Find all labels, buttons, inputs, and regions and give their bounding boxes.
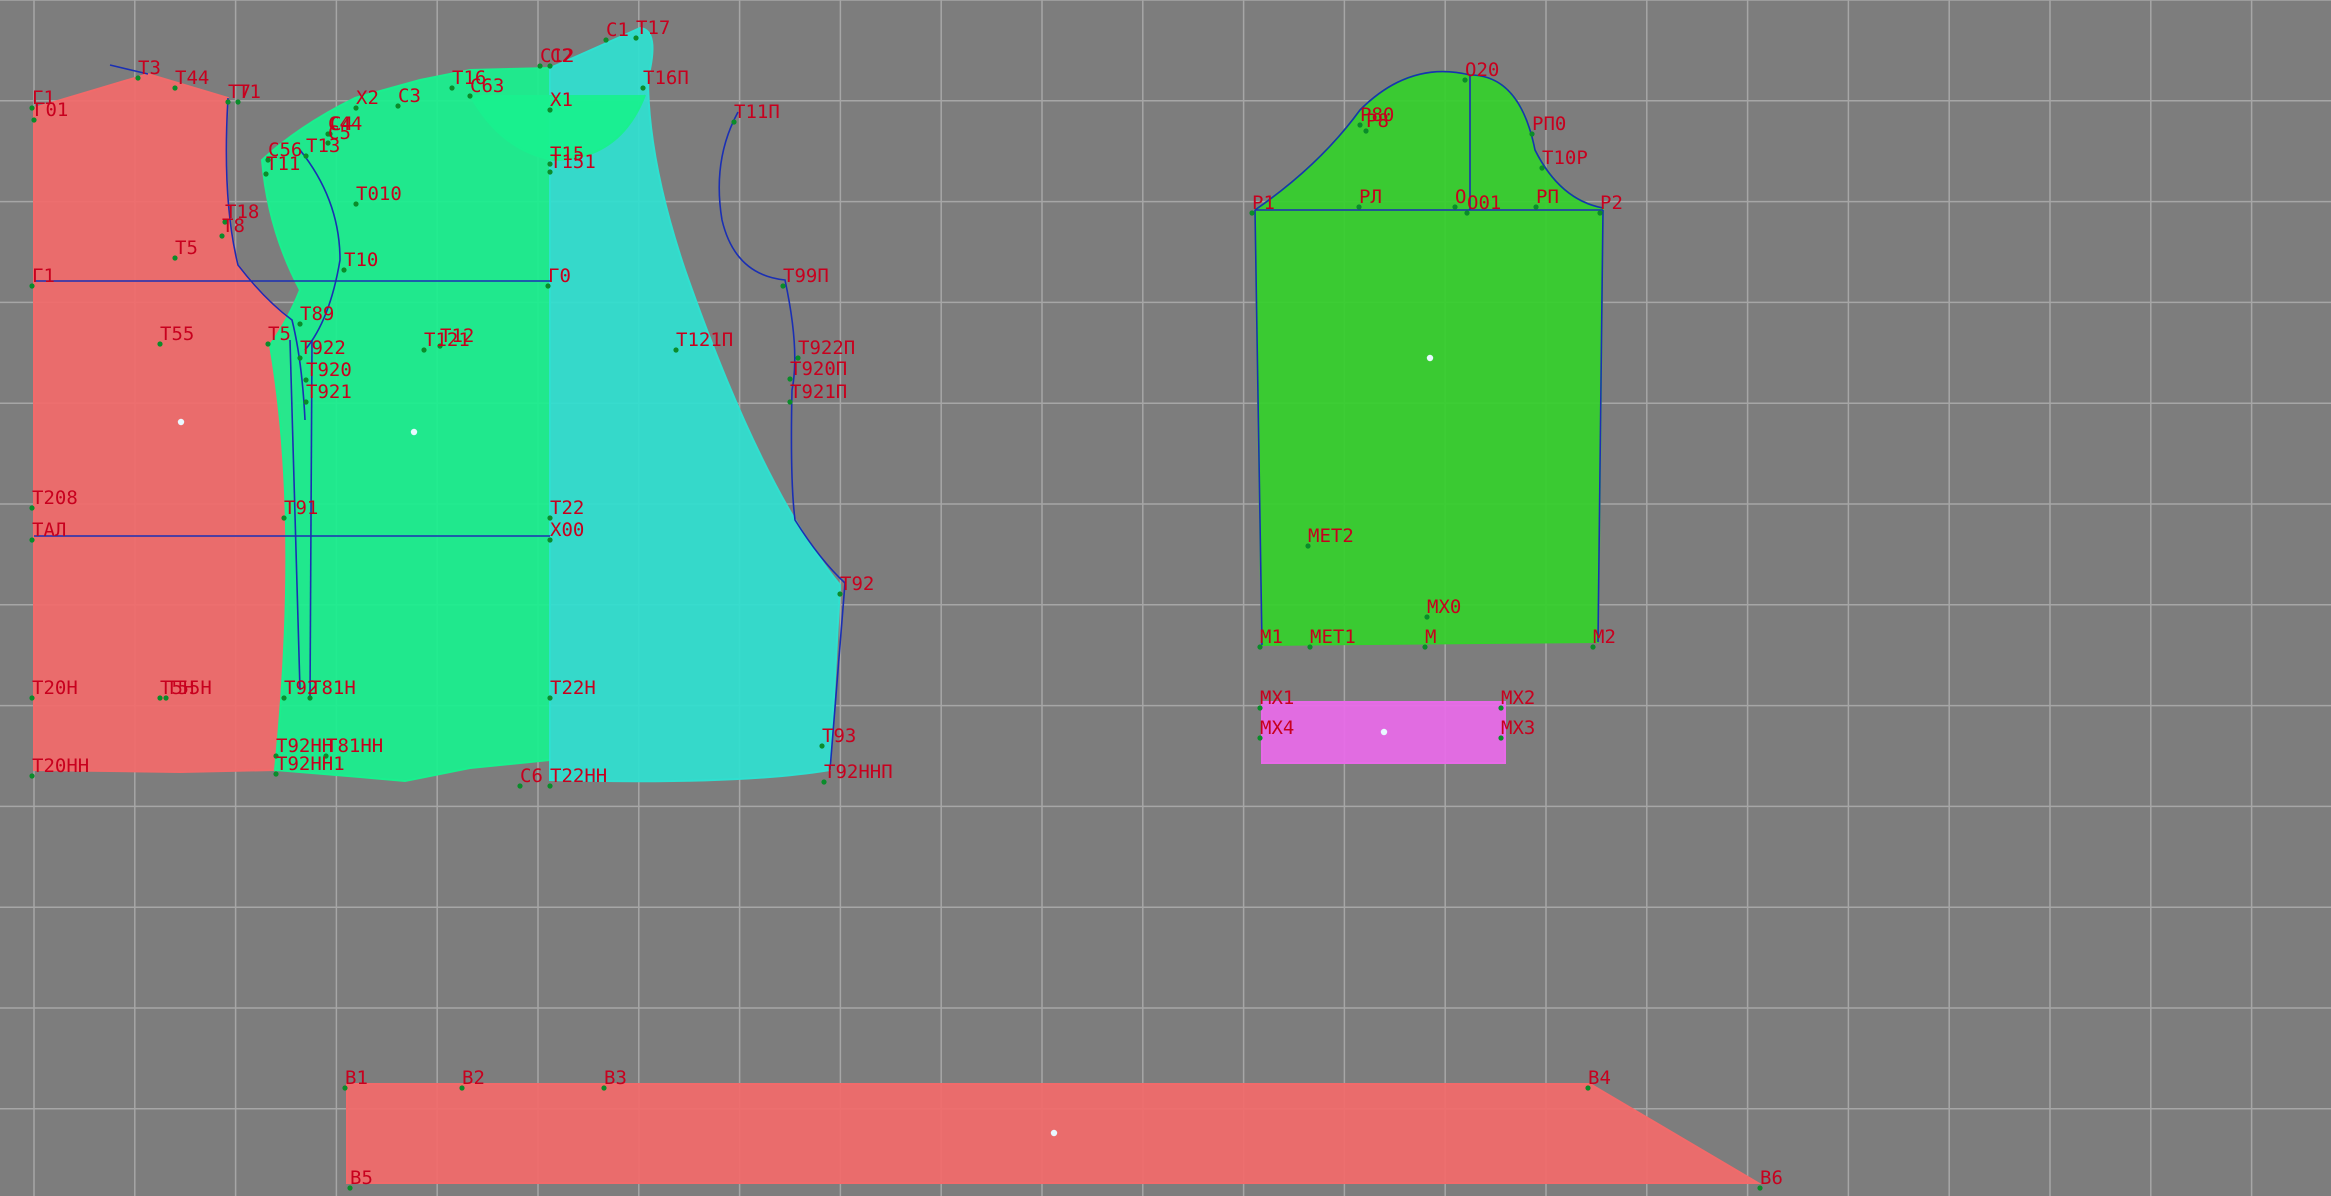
point-label-sleeve: М1 (1260, 626, 1283, 648)
point-label-cuff: МХ1 (1260, 687, 1294, 709)
point-label-cuff: МХ2 (1501, 687, 1535, 709)
point-label-sleeve: РЛ (1359, 186, 1382, 208)
point-label-cuff: МХ4 (1260, 717, 1294, 739)
point-label-bodice: Т922 (300, 337, 346, 359)
point-label-bodice: Т92НН1 (276, 753, 345, 775)
point-label-belt: В3 (604, 1067, 627, 1089)
piece-center-mark (1380, 728, 1388, 736)
point-label-bodice: Т921П (790, 381, 847, 403)
piece-center-mark (410, 428, 418, 436)
point-label-bodice: Т99П (783, 265, 829, 287)
point-label-bodice: Т92ННП (824, 761, 893, 783)
point-label-bodice: Т22Н (550, 677, 596, 699)
point-label-bodice: Т92 (840, 573, 874, 595)
point-label-bodice: Г0 (548, 265, 571, 287)
point-label-bodice: Х1 (550, 89, 573, 111)
point-label-bodice: Х2 (356, 87, 379, 109)
point-label-bodice: Т151 (550, 151, 596, 173)
point-label-bodice: Г01 (34, 99, 68, 121)
point-label-bodice: Т11П (734, 101, 780, 123)
point-label-sleeve: О01 (1467, 192, 1501, 214)
point-label-bodice: Т208 (32, 487, 78, 509)
point-label-bodice: Т20НН (32, 755, 89, 777)
point-label-bodice: Т20Н (32, 677, 78, 699)
point-label-bodice: Т922П (798, 337, 855, 359)
point-label-bodice: Т91 (284, 497, 318, 519)
point-label-cuff: МХ3 (1501, 717, 1535, 739)
point-label-bodice: ТАЛ (32, 519, 66, 541)
point-label-bodice: Т81Н (310, 677, 356, 699)
point-label-belt: В1 (345, 1067, 368, 1089)
point-label-bodice: Х00 (550, 519, 584, 541)
point-label-belt: В2 (462, 1067, 485, 1089)
point-label-bodice: Т8 (222, 215, 245, 237)
point-label-bodice: Т920 (306, 359, 352, 381)
point-label-sleeve: Р8 (1366, 110, 1389, 132)
pattern-canvas[interactable]: Г1Г01Т3 Т44Т7Т1 Х2 С3С4С44С5С56 Т13Т11Т16С63… (0, 0, 2331, 1196)
point-label-sleeve: МХ0 (1427, 596, 1461, 618)
point-label-sleeve: МЕТ1 (1310, 626, 1356, 648)
point-label-bodice: С1 (606, 19, 629, 41)
point-label-bodice: Т13 (306, 135, 340, 157)
point-label-bodice: Т12 (440, 325, 474, 347)
point-label-bodice: С3 (398, 85, 421, 107)
point-label-bodice: Т22НН (550, 765, 607, 787)
point-label-bodice: Т920П (790, 358, 847, 380)
point-label-sleeve: МЕТ2 (1308, 525, 1354, 547)
point-label-belt: В5 (350, 1167, 373, 1189)
point-label-bodice: Т10 (344, 249, 378, 271)
point-label-bodice: Т93 (822, 725, 856, 747)
point-label-bodice: С2 (550, 45, 573, 67)
point-label-bodice: Т89 (300, 303, 334, 325)
point-label-bodice: Т5 (268, 323, 291, 345)
point-label-bodice: Т44 (175, 67, 209, 89)
point-label-bodice: Т121П (676, 329, 733, 351)
point-label-sleeve: М2 (1593, 626, 1616, 648)
point-label-sleeve: М (1425, 626, 1436, 648)
point-label-sleeve: Р1 (1252, 192, 1275, 214)
point-label-bodice: Т17 (636, 17, 670, 39)
point-label-sleeve: Р2 (1600, 192, 1623, 214)
point-label-sleeve: РП0 (1532, 113, 1566, 135)
point-label-belt: В6 (1760, 1167, 1783, 1189)
back-piece[interactable] (33, 72, 295, 774)
point-label-bodice: Т16П (643, 67, 689, 89)
point-label-bodice: Г1 (32, 265, 55, 287)
point-label-bodice: С6 (520, 765, 543, 787)
point-label-bodice: Т55Н (166, 677, 212, 699)
point-label-bodice: Т3 (138, 57, 161, 79)
point-label-bodice: Т55 (160, 323, 194, 345)
point-label-sleeve: Т10Р (1542, 147, 1588, 169)
piece-center-mark (177, 418, 185, 426)
point-label-bodice: Т921 (306, 381, 352, 403)
point-label-bodice: Т5 (175, 237, 198, 259)
point-label-bodice: Т22 (550, 497, 584, 519)
piece-center-mark (1426, 354, 1434, 362)
point-label-bodice: Т11 (266, 153, 300, 175)
point-label-bodice: С63 (470, 75, 504, 97)
point-label-belt: В4 (1588, 1067, 1611, 1089)
point-label-bodice: Т1 (238, 81, 261, 103)
side-panel-piece[interactable] (260, 66, 551, 783)
point-label-sleeve: О20 (1465, 59, 1499, 81)
point-label-sleeve: РП (1536, 186, 1559, 208)
point-label-bodice: Т010 (356, 183, 402, 205)
point-label-sleeve: О (1455, 186, 1466, 208)
piece-center-mark (1050, 1129, 1058, 1137)
